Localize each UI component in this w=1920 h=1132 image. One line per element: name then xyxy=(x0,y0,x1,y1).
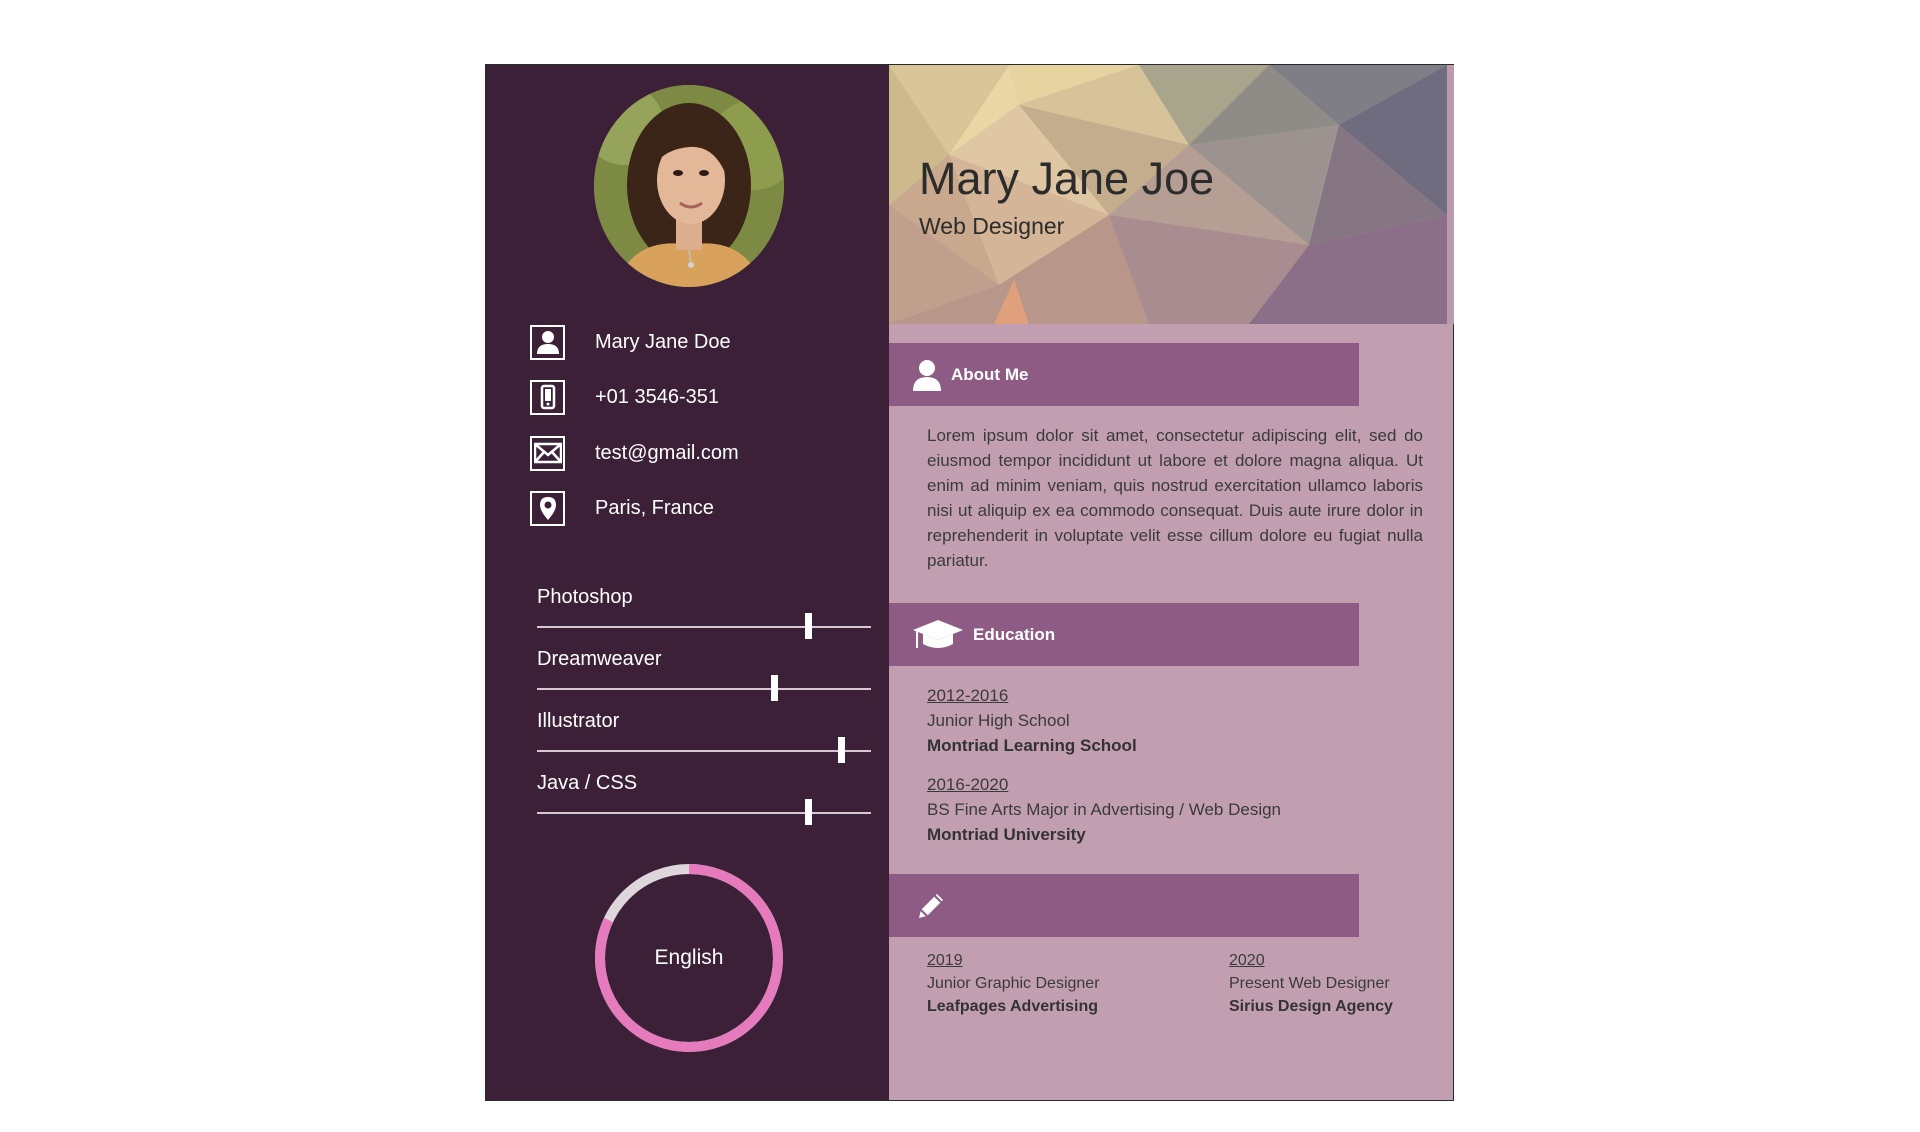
experience-company: Leafpages Advertising xyxy=(927,998,1099,1015)
experience-role: Junior Graphic Designer xyxy=(927,975,1100,992)
about-text: Lorem ipsum dolor sit amet, consectetur … xyxy=(927,426,1423,570)
experience-header xyxy=(889,874,1359,937)
education-years[interactable]: 2016-2020 xyxy=(927,772,1427,797)
contact-text: +01 3546-351 xyxy=(595,385,720,408)
user-icon xyxy=(913,359,941,391)
profile-name: Mary Jane Joe xyxy=(919,153,1215,204)
education-degree: Junior High School xyxy=(927,711,1070,730)
skill-track xyxy=(537,799,871,825)
skill-dreamweaver: Dreamweaver xyxy=(537,646,871,701)
location-icon xyxy=(530,490,565,526)
phone-icon xyxy=(530,379,565,415)
education-years[interactable]: 2012-2016 xyxy=(927,683,1427,708)
language-label: English xyxy=(654,946,724,969)
skill-java-css: Java / CSS xyxy=(537,770,871,825)
skill-track xyxy=(537,737,871,763)
skill-knob[interactable] xyxy=(804,613,812,639)
education-school: Montriad Learning School xyxy=(927,736,1137,755)
skill-name: Dreamweaver xyxy=(537,648,662,670)
experience-entry: 2020 Present Web Designer Sirius Design … xyxy=(1229,949,1469,1018)
education-header: Education xyxy=(889,603,1359,666)
skill-name: Photoshop xyxy=(537,586,633,608)
education-degree: BS Fine Arts Major in Advertising / Web … xyxy=(927,800,1282,819)
education-entry: 2016-2020 BS Fine Arts Major in Advertis… xyxy=(927,772,1427,847)
education-entry: 2012-2016 Junior High School Montriad Le… xyxy=(927,683,1427,758)
section-title: About Me xyxy=(951,364,1029,384)
contact-text: Paris, France xyxy=(595,496,714,519)
skill-knob[interactable] xyxy=(771,675,779,701)
experience-company: Sirius Design Agency xyxy=(1229,998,1393,1015)
experience-year[interactable]: 2020 xyxy=(1229,949,1469,972)
section-title: Education xyxy=(973,624,1056,644)
profile-photo xyxy=(594,85,784,287)
graduation-cap-icon xyxy=(913,618,963,652)
contact-name: Mary Jane Doe xyxy=(530,324,860,360)
skill-track xyxy=(537,675,871,701)
main-content: Mary Jane Joe Web Designer About Me Lore… xyxy=(889,65,1454,1100)
sidebar: Mary Jane Doe +01 3546-351 test@gmail.co… xyxy=(486,65,889,1100)
contact-phone: +01 3546-351 xyxy=(530,379,860,415)
language-ring: English xyxy=(593,862,785,1054)
experience-role: Present Web Designer xyxy=(1229,975,1390,992)
skill-track xyxy=(537,613,871,639)
resume: Mary Jane Doe +01 3546-351 test@gmail.co… xyxy=(485,64,1454,1101)
experience-entry: 2019 Junior Graphic Designer Leafpages A… xyxy=(927,949,1167,1018)
skill-name: Illustrator xyxy=(537,710,620,732)
profile-title: Web Designer xyxy=(919,213,1065,239)
skill-illustrator: Illustrator xyxy=(537,708,871,763)
pencil-icon xyxy=(913,888,949,924)
contact-location: Paris, France xyxy=(530,490,860,526)
contact-email: test@gmail.com xyxy=(530,435,860,471)
mail-icon xyxy=(530,435,565,471)
contact-text: test@gmail.com xyxy=(595,441,739,464)
header-gap xyxy=(1447,65,1454,324)
experience-year[interactable]: 2019 xyxy=(927,949,1167,972)
skill-knob[interactable] xyxy=(804,799,812,825)
skill-knob[interactable] xyxy=(837,737,845,763)
contact-text: Mary Jane Doe xyxy=(595,330,731,353)
education-school: Montriad University xyxy=(927,825,1086,844)
skill-name: Java / CSS xyxy=(537,772,638,794)
about-header: About Me xyxy=(889,343,1359,406)
user-icon xyxy=(530,324,565,360)
header-banner: Mary Jane Joe Web Designer xyxy=(889,65,1447,324)
skill-photoshop: Photoshop xyxy=(537,584,871,639)
